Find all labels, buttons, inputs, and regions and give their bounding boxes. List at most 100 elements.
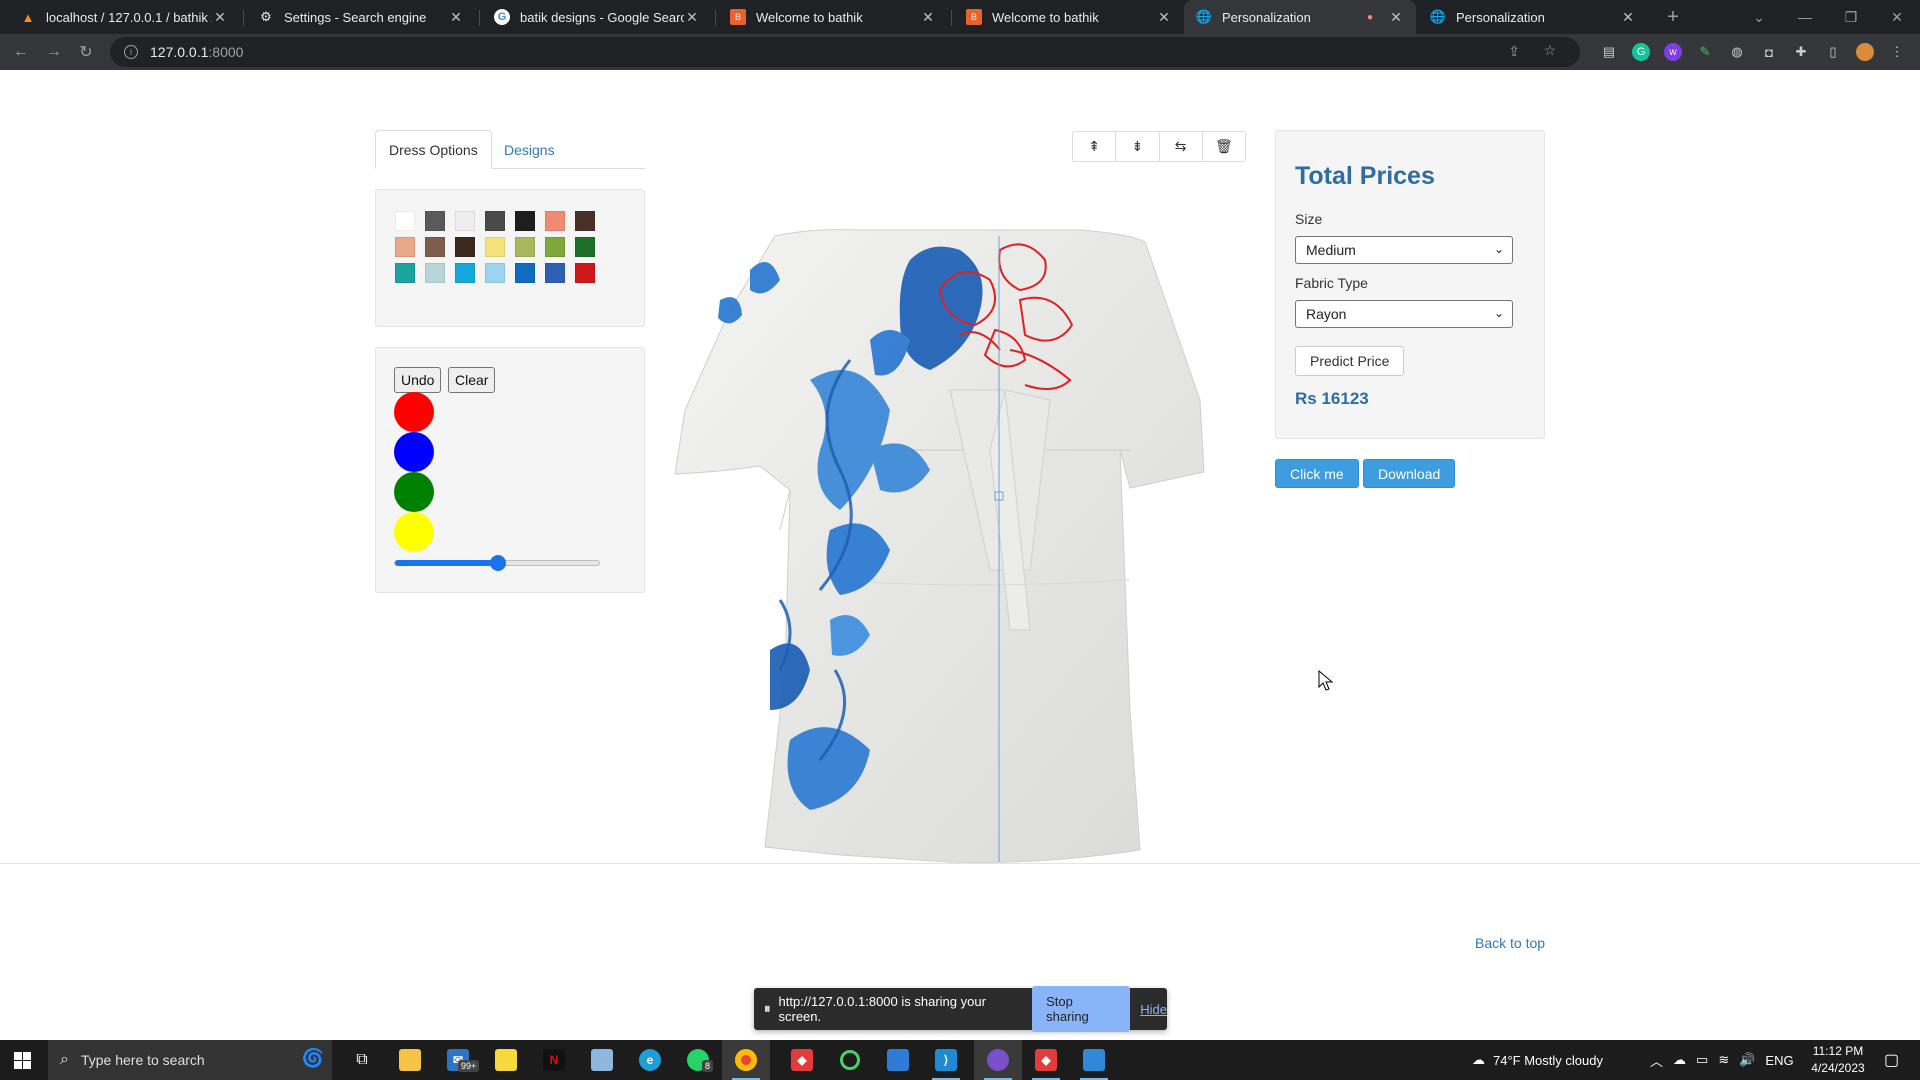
back-to-top-link[interactable]: Back to top [1475,935,1545,951]
pen-color-dot[interactable] [394,472,434,512]
extensions-puzzle-icon[interactable]: ✚ [1792,43,1810,61]
extension-globe-icon[interactable]: ◍ [1728,43,1746,61]
size-select[interactable]: Medium ⌄ [1295,236,1513,264]
browser-tab-welcome-1[interactable]: B Welcome to bathik ✕ [718,0,948,34]
predict-price-button[interactable]: Predict Price [1295,346,1405,376]
browser-tab-welcome-2[interactable]: B Welcome to bathik ✕ [954,0,1184,34]
color-swatch[interactable] [455,211,475,231]
vscode-icon[interactable]: ⟩ [922,1040,970,1080]
close-tab-icon[interactable]: ✕ [1156,9,1172,26]
battery-icon[interactable]: ▭ [1696,1052,1708,1068]
new-tab-button[interactable]: + [1650,0,1696,34]
task-view-icon[interactable]: ⧉ [338,1040,386,1080]
stop-sharing-button[interactable]: Stop sharing [1032,986,1131,1032]
download-button[interactable]: Download [1363,459,1456,488]
reload-icon[interactable]: ↻ [74,40,98,64]
side-panel-icon[interactable]: ▯ [1824,43,1842,61]
chrome-icon[interactable] [722,1040,770,1080]
language-indicator[interactable]: ENG [1765,1053,1793,1068]
click-me-button[interactable]: Click me [1275,459,1359,488]
forward-arrow-icon[interactable]: → [42,40,66,64]
photos-app-icon[interactable] [1070,1040,1118,1080]
browser-menu-icon[interactable]: ⋮ [1888,43,1906,61]
color-swatch[interactable] [425,237,445,257]
file-explorer-icon[interactable] [386,1040,434,1080]
close-window-button[interactable]: ✕ [1874,0,1920,34]
bookmark-star-icon[interactable]: ☆ [1543,42,1556,59]
color-swatch[interactable] [545,237,565,257]
color-swatch[interactable] [575,237,595,257]
brush-size-slider[interactable] [394,555,600,571]
tab-search-chevron-icon[interactable]: ⌄ [1736,0,1782,34]
minimize-window-button[interactable]: — [1782,0,1828,34]
grammarly-icon[interactable]: G [1632,43,1650,61]
color-swatch[interactable] [395,237,415,257]
color-swatch[interactable] [515,211,535,231]
pen-color-dot[interactable] [394,432,434,472]
share-icon[interactable]: ⇪ [1508,43,1520,60]
pen-color-dot[interactable] [394,512,434,552]
color-swatch[interactable] [425,211,445,231]
screenshot-camera-icon[interactable]: ◘ [1760,43,1778,61]
profile-avatar[interactable] [1856,43,1874,61]
reading-list-icon[interactable]: ▤ [1600,43,1618,61]
undo-button[interactable]: Undo [394,367,442,393]
wifi-icon[interactable]: ≋ [1718,1052,1729,1068]
edge-browser-icon[interactable]: e [626,1040,674,1080]
color-swatch[interactable] [395,263,415,283]
github-desktop-icon[interactable] [974,1040,1022,1080]
browser-tab-settings[interactable]: ⚙ Settings - Search engine ✕ [246,0,476,34]
slider-thumb[interactable] [490,555,506,571]
hide-share-bar-link[interactable]: Hide [1140,1002,1167,1017]
show-hidden-icons-chevron-icon[interactable]: ︿ [1650,1051,1663,1070]
taskbar-search-box[interactable]: ⌕ Type here to search 🌀 [48,1040,332,1080]
volume-icon[interactable]: 🔊 [1739,1052,1755,1068]
teams-app-icon[interactable] [874,1040,922,1080]
color-swatch[interactable] [575,263,595,283]
color-swatch[interactable] [515,263,535,283]
onedrive-cloud-icon[interactable]: ☁ [1673,1052,1686,1068]
notepad-icon[interactable] [578,1040,626,1080]
close-tab-icon[interactable]: ✕ [448,9,464,26]
anydesk-running-icon[interactable]: ◆ [1022,1040,1070,1080]
fabric-type-select[interactable]: Rayon ⌄ [1295,300,1513,328]
anydesk-icon[interactable]: ◆ [778,1040,826,1080]
color-swatch[interactable] [485,211,505,231]
clear-button[interactable]: Clear [448,367,496,393]
color-swatch[interactable] [545,263,565,283]
loading-app-icon[interactable] [826,1040,874,1080]
color-swatch[interactable] [425,263,445,283]
mail-app-icon[interactable]: ✉ 99+ [434,1040,482,1080]
extension-w-icon[interactable]: w [1664,43,1682,61]
color-swatch[interactable] [575,211,595,231]
site-info-icon[interactable]: i [124,45,138,59]
sticky-notes-icon[interactable] [482,1040,530,1080]
color-swatch[interactable] [455,263,475,283]
design-canvas[interactable] [660,150,1220,880]
close-tab-icon[interactable]: ✕ [684,9,700,26]
extension-leaf-icon[interactable]: ✎ [1696,43,1714,61]
browser-tab-google[interactable]: G batik designs - Google Search ✕ [482,0,712,34]
color-swatch[interactable] [545,211,565,231]
notifications-icon[interactable]: ▢ [1884,1040,1899,1080]
close-tab-icon[interactable]: ✕ [1388,9,1404,26]
browser-tab-personalization-active[interactable]: 🌐 Personalization ● ✕ [1184,0,1416,34]
netflix-icon[interactable]: N [530,1040,578,1080]
weather-widget[interactable]: ☁ 74°F Mostly cloudy [1472,1040,1603,1080]
close-tab-icon[interactable]: ✕ [1620,9,1636,26]
browser-tab-personalization[interactable]: 🌐 Personalization ✕ [1418,0,1648,34]
close-tab-icon[interactable]: ✕ [920,9,936,26]
color-swatch[interactable] [485,263,505,283]
pen-color-dot[interactable] [394,392,434,432]
taskbar-clock[interactable]: 11:12 PM 4/24/2023 [1798,1043,1878,1077]
close-tab-icon[interactable]: ✕ [212,9,228,26]
tab-designs[interactable]: Designs [491,130,568,169]
whatsapp-icon[interactable]: 8 [674,1040,722,1080]
color-swatch[interactable] [395,211,415,231]
back-arrow-icon[interactable]: ← [9,40,33,64]
restore-window-button[interactable]: ❐ [1828,0,1874,34]
browser-tab-phpmyadmin[interactable]: ▲ localhost / 127.0.0.1 / bathik / u ✕ [8,0,240,34]
color-swatch[interactable] [485,237,505,257]
tab-dress-options[interactable]: Dress Options [375,130,492,169]
color-swatch[interactable] [455,237,475,257]
